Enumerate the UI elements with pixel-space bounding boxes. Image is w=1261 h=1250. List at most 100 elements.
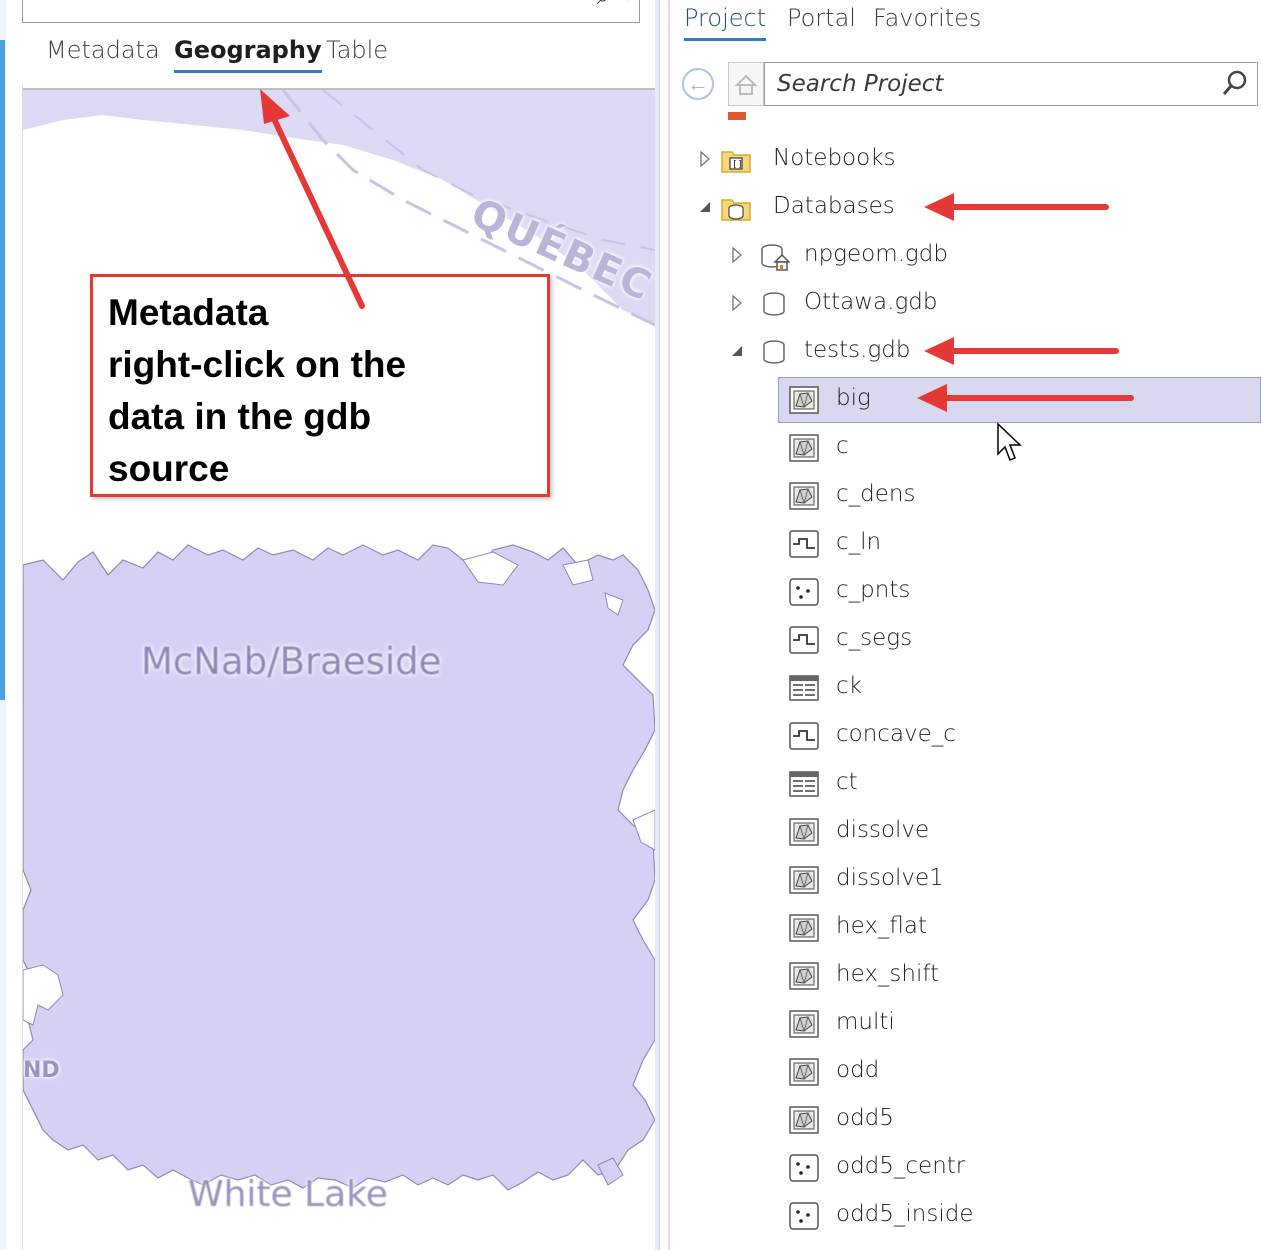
- point-feature-class-icon: [788, 576, 820, 608]
- dropdown-caret-icon[interactable]: ▾: [625, 0, 631, 4]
- line-feature-class-icon: [788, 720, 820, 752]
- database-folder-icon: [720, 192, 752, 224]
- polygon-feature-class-icon: [788, 816, 820, 848]
- expand-arrow-icon[interactable]: [698, 150, 712, 168]
- callout-line: source: [108, 448, 230, 489]
- callout-line: data in the gdb: [108, 396, 372, 437]
- tree-item-label: ct: [836, 769, 858, 795]
- tree-item-ottawa-gdb[interactable]: Ottawa.gdb: [670, 280, 1261, 328]
- tree-item-label: c_ln: [836, 529, 882, 555]
- notebook-folder-icon: []: [720, 144, 752, 176]
- township-label: McNab/Braeside: [141, 640, 442, 683]
- back-arrow-icon: ←: [687, 71, 709, 96]
- polygon-feature-class-icon: [788, 1104, 820, 1136]
- top-search-field[interactable]: ⌕ ▾: [22, 0, 640, 23]
- polygon-feature-class-icon: [788, 1056, 820, 1088]
- tree-item-concave-c[interactable]: concave_c: [670, 712, 1261, 760]
- tab-metadata[interactable]: Metadata: [46, 36, 160, 64]
- search-icon[interactable]: ⌕: [597, 0, 609, 10]
- tree-item-label: c_pnts: [836, 577, 911, 603]
- tree-item-c-dens[interactable]: c_dens: [670, 472, 1261, 520]
- expand-arrow-icon[interactable]: [730, 246, 744, 264]
- polygon-feature-class-icon: [788, 384, 820, 416]
- polygon-feature-class-icon: [788, 864, 820, 896]
- point-feature-class-icon: [788, 1200, 820, 1232]
- tree-item-c-ln[interactable]: c_ln: [670, 520, 1261, 568]
- pane-splitter[interactable]: [655, 0, 660, 1250]
- tab-geography[interactable]: Geography: [174, 36, 322, 73]
- tree-item-dissolve[interactable]: dissolve: [670, 808, 1261, 856]
- tree-item-label: big: [836, 385, 871, 411]
- search-input[interactable]: [777, 71, 1197, 97]
- tree-item-label: hex_flat: [836, 913, 928, 939]
- left-scrollbar[interactable]: [0, 40, 5, 700]
- tree-item-hex-shift[interactable]: hex_shift: [670, 952, 1261, 1000]
- tab-portal[interactable]: Portal: [787, 4, 856, 32]
- annotation-arrow: [924, 193, 1109, 221]
- polygon-feature-class-icon: [788, 480, 820, 512]
- tab-favorites[interactable]: Favorites: [873, 4, 981, 32]
- tab-table[interactable]: Table: [326, 36, 388, 64]
- catalog-pane: Project Portal Favorites ← [] Notebooks Da…: [670, 0, 1261, 1250]
- polygon-feature-class-icon: [788, 432, 820, 464]
- tree-item-odd5-centr[interactable]: odd5_centr: [670, 1144, 1261, 1192]
- tree-item-label: tests.gdb: [804, 337, 911, 363]
- tree-item-label: Ottawa.gdb: [804, 289, 938, 315]
- tree-item-label: c: [836, 433, 849, 459]
- polygon-feature-class-icon: [788, 960, 820, 992]
- annotation-arrow: [917, 384, 1134, 412]
- annotation-arrow: [924, 337, 1119, 365]
- collapse-arrow-icon[interactable]: [730, 342, 744, 360]
- tree-item-label: npgeom.gdb: [804, 241, 948, 267]
- tree-item-notebooks[interactable]: [] Notebooks: [670, 136, 1261, 184]
- tree-item-label: odd5_centr: [836, 1153, 966, 1179]
- tree-item-label: Notebooks: [773, 145, 896, 171]
- tree-item-label: c_dens: [836, 481, 916, 507]
- table-icon: [788, 768, 820, 800]
- line-feature-class-icon: [788, 528, 820, 560]
- tree-item-label: Databases: [773, 193, 895, 219]
- tree-item-multi[interactable]: multi: [670, 1000, 1261, 1048]
- search-project-box[interactable]: [764, 62, 1258, 106]
- home-geodatabase-icon: [758, 240, 791, 272]
- expand-arrow-icon[interactable]: [730, 294, 744, 312]
- tree-item-label: dissolve1: [836, 865, 944, 891]
- tree-item-c[interactable]: c: [670, 424, 1261, 472]
- tree-item-label: dissolve: [836, 817, 930, 843]
- home-icon: [734, 74, 758, 95]
- tree-item-c-segs[interactable]: c_segs: [670, 616, 1261, 664]
- svg-text:[]: []: [732, 160, 743, 170]
- annotation-arrow: [260, 89, 365, 309]
- callout-text: Metadata right-click on the data in the …: [108, 287, 538, 495]
- geodatabase-icon: [758, 288, 790, 320]
- search-icon[interactable]: [1219, 67, 1251, 99]
- table-icon: [788, 672, 820, 704]
- tree-item-label: hex_shift: [836, 961, 940, 987]
- tree-item-npgeom-gdb[interactable]: npgeom.gdb: [670, 232, 1261, 280]
- back-button[interactable]: ←: [682, 68, 714, 100]
- point-feature-class-icon: [788, 1152, 820, 1184]
- home-button[interactable]: [728, 62, 764, 106]
- tree-item-dissolve1[interactable]: dissolve1: [670, 856, 1261, 904]
- tree-item-hex-flat[interactable]: hex_flat: [670, 904, 1261, 952]
- lake-label: White Lake: [188, 1174, 388, 1215]
- polygon-feature-class-icon: [788, 912, 820, 944]
- tree-item-odd5-inside[interactable]: odd5_inside: [670, 1192, 1261, 1240]
- tree-item-odd[interactable]: odd: [670, 1048, 1261, 1096]
- callout-line: right-click on the: [108, 344, 407, 385]
- polygon-feature-class-icon: [788, 1008, 820, 1040]
- map-left-border: [22, 85, 23, 1250]
- line-feature-class-icon: [788, 624, 820, 656]
- tree-item-ct[interactable]: ct: [670, 760, 1261, 808]
- partial-map-label: ND: [23, 1058, 60, 1083]
- tree-item-ck[interactable]: ck: [670, 664, 1261, 712]
- tree-item-label: concave_c: [836, 721, 956, 747]
- mouse-pointer-icon: [997, 422, 1022, 461]
- tree-item-odd5[interactable]: odd5: [670, 1096, 1261, 1144]
- tree-item-label: multi: [836, 1009, 895, 1035]
- collapse-arrow-icon[interactable]: [698, 198, 712, 216]
- tab-project[interactable]: Project: [684, 4, 767, 41]
- tree-item-label: odd: [836, 1057, 880, 1083]
- geodatabase-icon: [758, 336, 790, 368]
- tree-item-c-pnts[interactable]: c_pnts: [670, 568, 1261, 616]
